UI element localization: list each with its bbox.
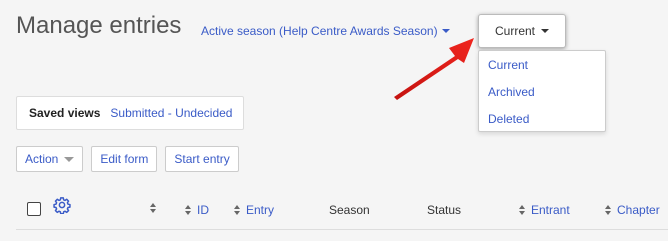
status-option-deleted[interactable]: Deleted [479,106,605,133]
sort-icon [519,205,525,215]
column-header-id[interactable]: ID [185,203,209,217]
sort-icon [234,205,240,215]
red-arrow-annotation [394,38,474,100]
start-entry-button[interactable]: Start entry [165,146,239,172]
status-filter-button[interactable]: Current [478,14,566,48]
status-filter-label: Current [494,24,535,38]
column-header-chapter[interactable]: Chapter [605,203,660,217]
sort-icon [605,205,611,215]
column-header-status: Status [427,203,461,217]
action-button[interactable]: Action [16,146,84,172]
caret-down-icon [541,29,549,33]
column-header-label: Entrant [531,203,570,217]
column-header-label: Entry [246,203,275,217]
status-option-archived[interactable]: Archived [479,79,605,106]
column-header-label: Season [329,203,370,217]
status-option-current[interactable]: Current [479,52,605,79]
sort-icon [185,205,191,215]
saved-views-bar: Saved views Submitted - Undecided [16,96,244,130]
table-header-row: ID Entry Season Status Entrant Chapter [0,196,668,226]
entries-toolbar: Action Edit form Start entry [16,146,239,172]
action-button-label: Action [25,152,59,166]
column-header-entrant[interactable]: Entrant [519,203,570,217]
column-header-label: ID [197,203,209,217]
caret-down-icon [64,156,75,162]
column-header-label: Chapter [617,203,660,217]
select-all-checkbox[interactable] [27,202,41,216]
saved-view-link[interactable]: Submitted - Undecided [110,106,232,120]
sort-blank-column[interactable] [150,203,156,213]
edit-form-button[interactable]: Edit form [91,146,158,172]
column-header-label: Status [427,203,462,217]
status-filter-menu: Current Archived Deleted [478,50,606,132]
table-header-divider [16,229,668,230]
saved-views-label: Saved views [29,106,101,120]
sort-icon [150,203,156,213]
column-header-season: Season [329,203,370,217]
page-title: Manage entries [16,12,182,39]
column-header-entry[interactable]: Entry [234,203,274,217]
gear-icon[interactable] [53,196,71,214]
